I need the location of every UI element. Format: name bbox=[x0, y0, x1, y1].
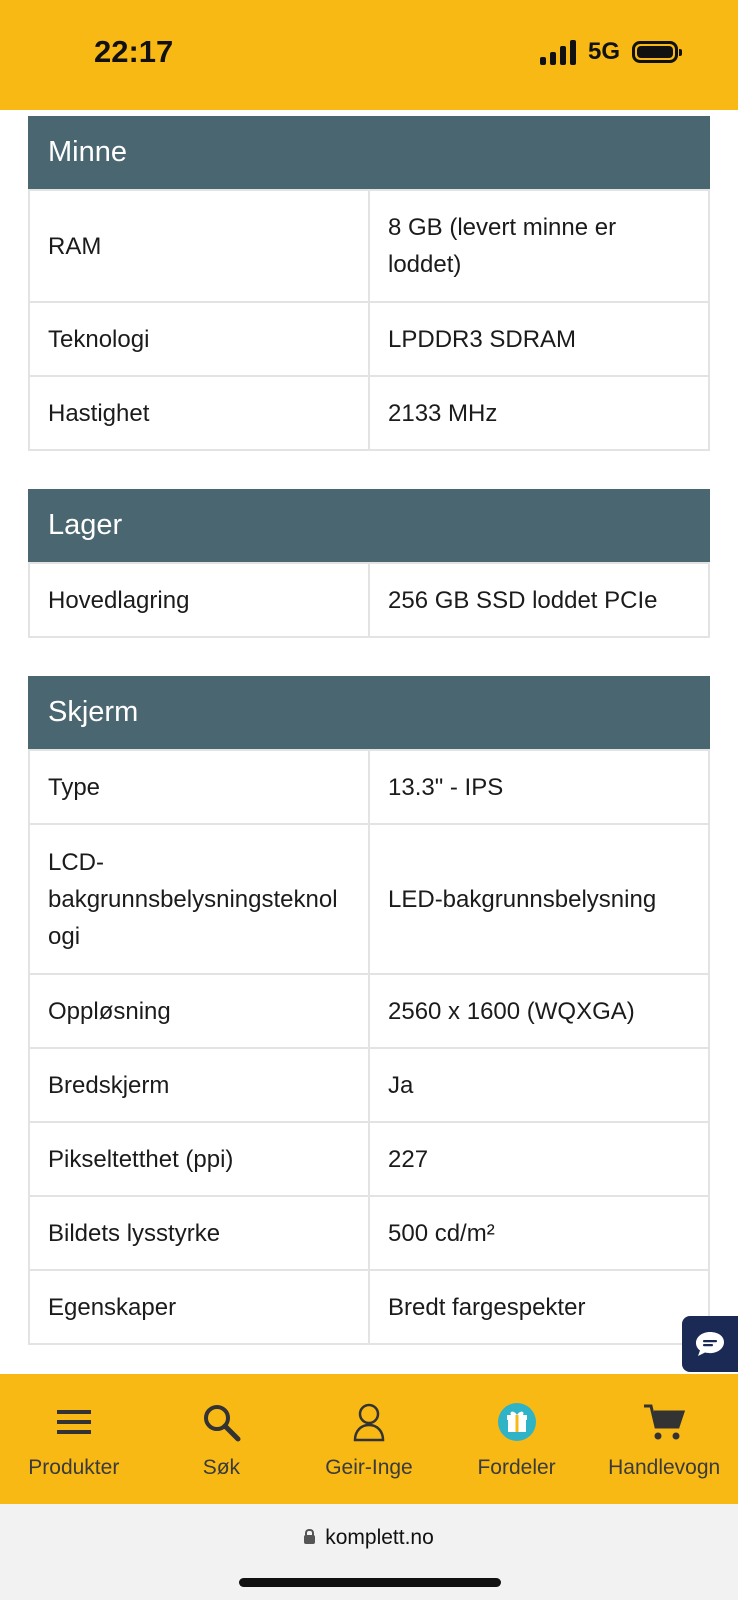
spec-table: Type 13.3" - IPS LCD-bakgrunnsbelysnings… bbox=[28, 749, 710, 1345]
spec-value: LPDDR3 SDRAM bbox=[368, 301, 710, 377]
search-icon bbox=[199, 1400, 243, 1444]
table-row: Hovedlagring 256 GB SSD loddet PCIe bbox=[28, 562, 710, 638]
spec-key: Bredskjerm bbox=[28, 1047, 370, 1123]
table-row: Teknologi LPDDR3 SDRAM bbox=[28, 301, 710, 377]
nav-item-fordeler[interactable]: Fordeler bbox=[443, 1374, 591, 1504]
nav-label: Geir-Inge bbox=[325, 1456, 413, 1479]
nav-label: Produkter bbox=[28, 1456, 120, 1479]
chat-icon bbox=[696, 1332, 724, 1356]
nav-label: Handlevogn bbox=[608, 1456, 721, 1479]
browser-url-bar: komplett.no bbox=[0, 1504, 738, 1600]
nav-item-profile[interactable]: Geir-Inge bbox=[295, 1374, 443, 1504]
chat-button[interactable] bbox=[682, 1316, 738, 1372]
address-bar[interactable]: komplett.no bbox=[0, 1526, 738, 1550]
user-icon bbox=[347, 1400, 391, 1444]
url-text: komplett.no bbox=[325, 1526, 434, 1549]
table-row: Bredskjerm Ja bbox=[28, 1047, 710, 1123]
table-row: LCD-bakgrunnsbelysningsteknologi LED-bak… bbox=[28, 823, 710, 975]
section-lager: Lager Hovedlagring 256 GB SSD loddet PCI… bbox=[28, 489, 710, 638]
spec-value: 8 GB (levert minne er loddet) bbox=[368, 189, 710, 303]
gift-icon bbox=[495, 1400, 539, 1444]
nav-item-handlevogn[interactable]: Handlevogn bbox=[590, 1374, 738, 1504]
table-row: Bildets lysstyrke 500 cd/m² bbox=[28, 1195, 710, 1271]
spec-key: Pikseltetthet (ppi) bbox=[28, 1121, 370, 1197]
spec-value: 13.3" - IPS bbox=[368, 749, 710, 825]
spec-table: RAM 8 GB (levert minne er loddet) Teknol… bbox=[28, 189, 710, 451]
section-minne: Minne RAM 8 GB (levert minne er loddet) … bbox=[28, 116, 710, 451]
table-row: Type 13.3" - IPS bbox=[28, 749, 710, 825]
spec-key: LCD-bakgrunnsbelysningsteknologi bbox=[28, 823, 370, 975]
table-row: Egenskaper Bredt fargespekter bbox=[28, 1269, 710, 1345]
battery-icon bbox=[632, 41, 682, 63]
cart-icon bbox=[642, 1400, 686, 1444]
table-row: Oppløsning 2560 x 1600 (WQXGA) bbox=[28, 973, 710, 1049]
spec-value: 500 cd/m² bbox=[368, 1195, 710, 1271]
menu-icon bbox=[52, 1400, 96, 1444]
spec-table: Hovedlagring 256 GB SSD loddet PCIe bbox=[28, 562, 710, 638]
spec-content: Minne RAM 8 GB (levert minne er loddet) … bbox=[28, 116, 710, 1383]
table-row: Hastighet 2133 MHz bbox=[28, 375, 710, 451]
spec-key: Bildets lysstyrke bbox=[28, 1195, 370, 1271]
bottom-nav: Produkter Søk Geir-Inge Fordeler Handlev… bbox=[0, 1374, 738, 1504]
status-bar: 22:17 5G bbox=[0, 0, 738, 110]
nav-item-produkter[interactable]: Produkter bbox=[0, 1374, 148, 1504]
status-indicators: 5G bbox=[539, 38, 682, 66]
nav-item-sok[interactable]: Søk bbox=[148, 1374, 296, 1504]
spec-key: Type bbox=[28, 749, 370, 825]
spec-value: 2133 MHz bbox=[368, 375, 710, 451]
signal-strength-icon bbox=[539, 39, 576, 65]
network-type: 5G bbox=[587, 38, 620, 65]
spec-value: Bredt fargespekter bbox=[368, 1269, 710, 1345]
nav-label: Fordeler bbox=[477, 1456, 556, 1479]
status-time: 22:17 bbox=[94, 34, 174, 69]
section-skjerm: Skjerm Type 13.3" - IPS LCD-bakgrunnsbel… bbox=[28, 676, 710, 1345]
spec-value: LED-bakgrunnsbelysning bbox=[368, 823, 710, 975]
spec-key: Hastighet bbox=[28, 375, 370, 451]
spec-value: 256 GB SSD loddet PCIe bbox=[368, 562, 710, 638]
section-title: Lager bbox=[28, 489, 710, 562]
spec-value: 2560 x 1600 (WQXGA) bbox=[368, 973, 710, 1049]
spec-value: Ja bbox=[368, 1047, 710, 1123]
spec-key: Teknologi bbox=[28, 301, 370, 377]
table-row: RAM 8 GB (levert minne er loddet) bbox=[28, 189, 710, 303]
spec-key: RAM bbox=[28, 189, 370, 303]
nav-label: Søk bbox=[202, 1456, 241, 1479]
section-title: Minne bbox=[28, 116, 710, 189]
spec-value: 227 bbox=[368, 1121, 710, 1197]
spec-key: Hovedlagring bbox=[28, 562, 370, 638]
table-row: Pikseltetthet (ppi) 227 bbox=[28, 1121, 710, 1197]
spec-key: Egenskaper bbox=[28, 1269, 370, 1345]
lock-icon bbox=[304, 1529, 316, 1544]
spec-key: Oppløsning bbox=[28, 973, 370, 1049]
section-title: Skjerm bbox=[28, 676, 710, 749]
home-indicator[interactable] bbox=[239, 1578, 501, 1587]
